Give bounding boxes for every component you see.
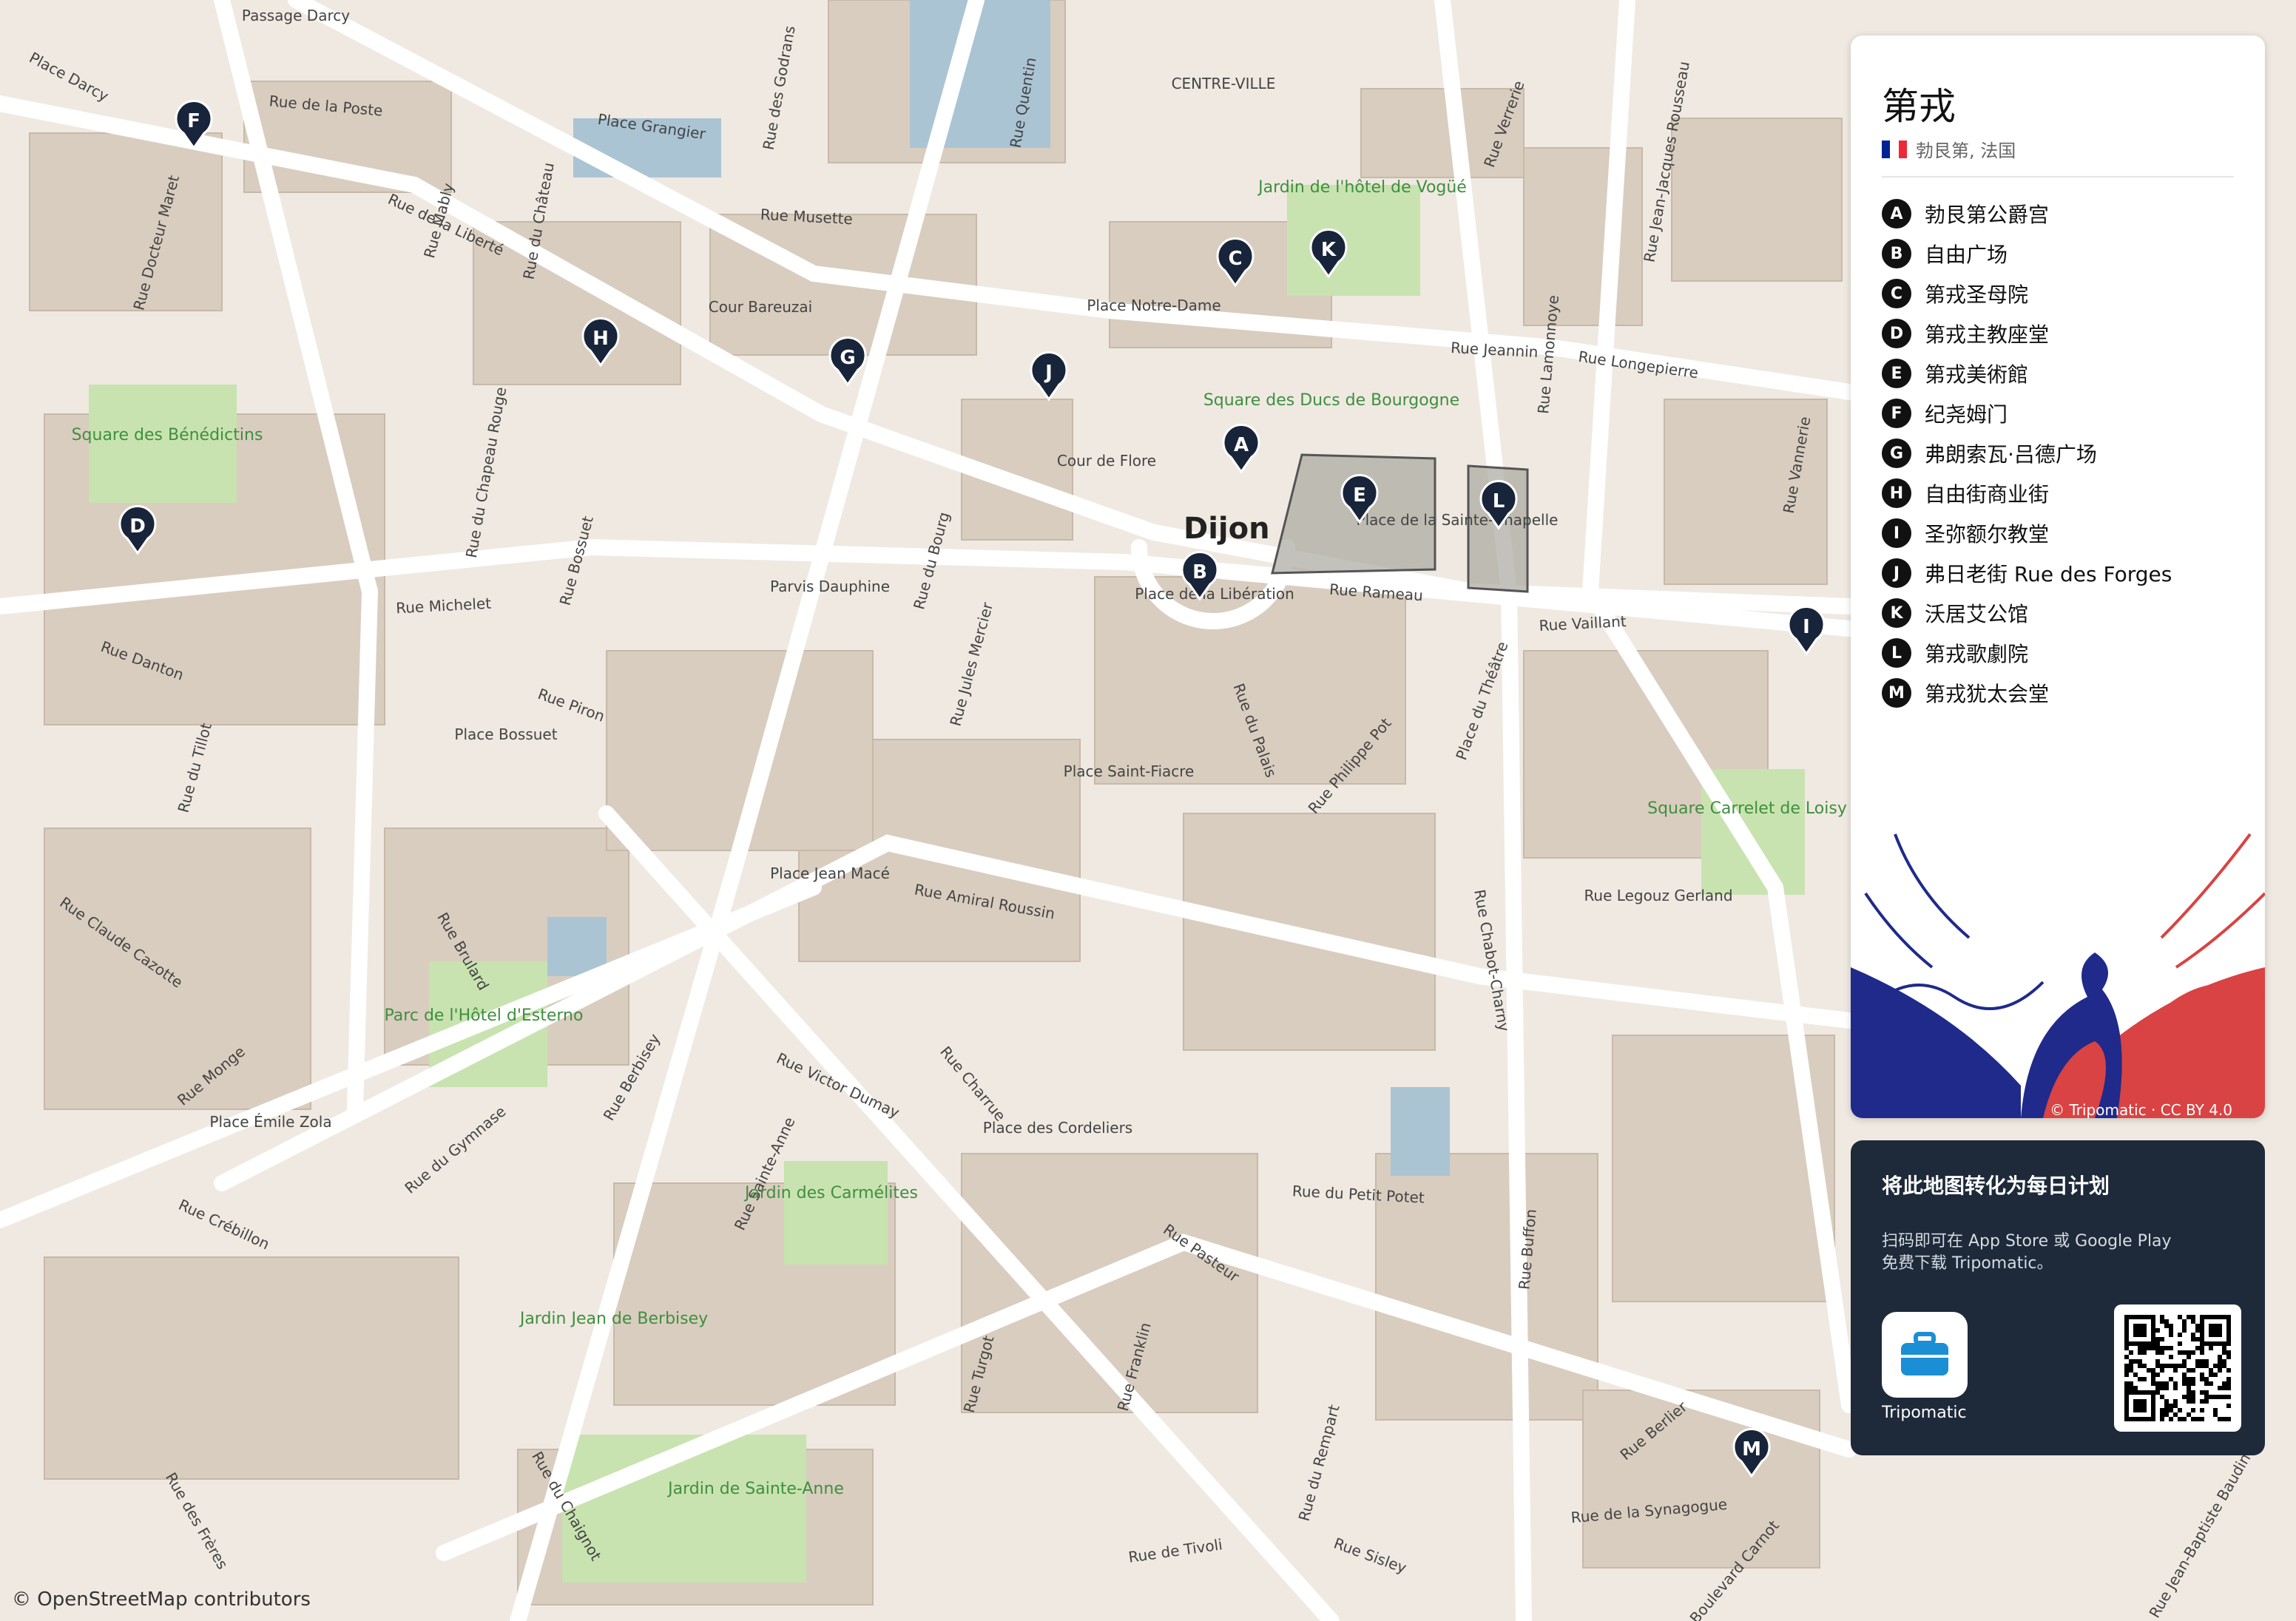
poi-list-item[interactable]: C 第戎圣母院 bbox=[1882, 274, 2172, 314]
pin-letter: I bbox=[1803, 616, 1810, 638]
poi-name: 第戎圣母院 bbox=[1925, 282, 2029, 307]
promo-title: 将此地图转化为每日计划 bbox=[1882, 1174, 2110, 1198]
poi-letter-badge: H bbox=[1882, 478, 1911, 508]
park-label: Jardin des Carmélites bbox=[743, 1184, 918, 1202]
qr-code[interactable] bbox=[2114, 1304, 2241, 1432]
park-label: Jardin de Sainte-Anne bbox=[666, 1480, 844, 1498]
pin-letter: D bbox=[129, 515, 146, 538]
street-label: Place Jean Macé bbox=[770, 864, 890, 882]
poi-list-item[interactable]: H 自由街商业街 bbox=[1882, 473, 2172, 513]
poi-letter-badge: E bbox=[1882, 359, 1911, 388]
pin-letter: J bbox=[1044, 362, 1053, 384]
poi-letter-badge: D bbox=[1882, 319, 1911, 348]
map-attribution[interactable]: © OpenStreetMap contributors bbox=[12, 1588, 311, 1611]
pin-letter: G bbox=[840, 347, 855, 369]
street-label: Place Bossuet bbox=[454, 725, 557, 743]
app-name-label: Tripomatic bbox=[1882, 1404, 1967, 1422]
pin-letter: E bbox=[1353, 484, 1366, 507]
poi-name: 自由街商业街 bbox=[1925, 482, 2050, 507]
poi-name: 第戎歌劇院 bbox=[1925, 642, 2029, 666]
panel-divider bbox=[1882, 176, 2234, 177]
poi-name: 勃艮第公爵宫 bbox=[1925, 203, 2050, 227]
street-label: Place de la Sainte-Chapelle bbox=[1357, 511, 1559, 529]
poi-list-item[interactable]: A 勃艮第公爵宫 bbox=[1882, 194, 2172, 234]
poi-name: 第戎犹太会堂 bbox=[1925, 682, 2050, 706]
park-label: Square des Bénédictins bbox=[72, 426, 263, 444]
france-flag-icon bbox=[1882, 140, 1907, 158]
pin-letter: A bbox=[1234, 434, 1249, 456]
poi-list-item[interactable]: L 第戎歌劇院 bbox=[1882, 633, 2172, 673]
poi-list-item[interactable]: D 第戎主教座堂 bbox=[1882, 314, 2172, 353]
poi-list: A 勃艮第公爵宫 B 自由广场 C 第戎圣母院 D 第戎主教座堂 E 第戎美術館 F 纪尧姆门 G 弗朗索… bbox=[1882, 194, 2172, 713]
poi-list-item[interactable]: M 第戎犹太会堂 bbox=[1882, 673, 2172, 713]
poi-list-item[interactable]: K 沃居艾公馆 bbox=[1882, 593, 2172, 633]
region-subtitle: 勃艮第, 法国 bbox=[1882, 136, 2016, 162]
poi-letter-badge: F bbox=[1882, 399, 1911, 428]
street-label: Parvis Dauphine bbox=[770, 578, 890, 595]
pin-letter: K bbox=[1321, 239, 1337, 261]
street-label: Place de la Libération bbox=[1135, 585, 1294, 603]
poi-name: 第戎美術館 bbox=[1925, 362, 2029, 387]
poi-name: 弗日老街 Rue des Forges bbox=[1925, 562, 2172, 586]
street-label: Cour de Flore bbox=[1057, 452, 1156, 470]
poi-letter-badge: M bbox=[1882, 678, 1911, 708]
poi-letter-badge: B bbox=[1882, 239, 1911, 268]
street-label: Place Notre-Dame bbox=[1087, 297, 1220, 314]
street-label: Place des Cordeliers bbox=[983, 1119, 1132, 1137]
park-label: Jardin de l'hôtel de Vogüé bbox=[1257, 178, 1467, 197]
promo-description: 扫码即可在 App Store 或 Google Play 免费下载 Tripo… bbox=[1882, 1232, 2172, 1273]
poi-name: 纪尧姆门 bbox=[1925, 402, 2008, 427]
rooster-artwork: © Tripomatic · CC BY 4.0 bbox=[1851, 833, 2265, 1118]
park-label: Jardin Jean de Berbisey bbox=[519, 1310, 708, 1328]
city-title: 第戎 bbox=[1882, 85, 1956, 128]
suitcase-icon bbox=[1901, 1332, 1948, 1375]
pin-letter: F bbox=[187, 110, 200, 132]
art-credit: © Tripomatic · CC BY 4.0 bbox=[2050, 1101, 2232, 1118]
poi-list-item[interactable]: J 弗日老街 Rue des Forges bbox=[1882, 553, 2172, 593]
app-promo-card: 将此地图转化为每日计划 扫码即可在 App Store 或 Google Pla… bbox=[1851, 1140, 2265, 1455]
park-label: Square des Ducs de Bourgogne bbox=[1203, 391, 1459, 410]
poi-letter-badge: C bbox=[1882, 279, 1911, 308]
street-label: Passage Darcy bbox=[242, 7, 350, 24]
pin-letter: H bbox=[592, 328, 609, 350]
legend-panel: 第戎 勃艮第, 法国 A 勃艮第公爵宫 B 自由广场 C 第戎圣母院 D 第戎主教座堂 E 第戎美… bbox=[1851, 35, 2265, 1118]
tripomatic-app-icon[interactable] bbox=[1882, 1312, 1968, 1398]
pin-letter: M bbox=[1742, 1438, 1761, 1461]
poi-letter-badge: L bbox=[1882, 638, 1911, 668]
poi-list-item[interactable]: E 第戎美術館 bbox=[1882, 353, 2172, 393]
poi-name: 第戎主教座堂 bbox=[1925, 322, 2050, 347]
poi-letter-badge: K bbox=[1882, 598, 1911, 628]
park-label: Parc de l'Hôtel d'Esterno bbox=[385, 1006, 584, 1025]
poi-letter-badge: A bbox=[1882, 199, 1911, 229]
pin-letter: B bbox=[1192, 561, 1207, 583]
pin-letter: L bbox=[1493, 490, 1505, 512]
pin-letter: C bbox=[1228, 248, 1242, 270]
poi-list-item[interactable]: I 圣弥额尔教堂 bbox=[1882, 513, 2172, 553]
poi-list-item[interactable]: B 自由广场 bbox=[1882, 234, 2172, 274]
poi-letter-badge: G bbox=[1882, 439, 1911, 468]
street-label: Place Émile Zola bbox=[209, 1113, 331, 1131]
street-label: Place Saint-Fiacre bbox=[1064, 762, 1195, 780]
poi-name: 圣弥额尔教堂 bbox=[1925, 522, 2050, 546]
poi-name: 弗朗索瓦·吕德广场 bbox=[1925, 442, 2097, 467]
street-label: Rue Legouz Gerland bbox=[1584, 887, 1732, 904]
poi-letter-badge: I bbox=[1882, 518, 1911, 548]
poi-letter-badge: J bbox=[1882, 558, 1911, 588]
poi-name: 沃居艾公馆 bbox=[1925, 602, 2029, 626]
city-label: Dijon bbox=[1184, 512, 1270, 546]
region-label: 勃艮第, 法国 bbox=[1916, 141, 2016, 161]
poi-list-item[interactable]: G 弗朗索瓦·吕德广场 bbox=[1882, 433, 2172, 473]
street-label: CENTRE-VILLE bbox=[1172, 75, 1276, 92]
poi-list-item[interactable]: F 纪尧姆门 bbox=[1882, 393, 2172, 433]
park-label: Square Carrelet de Loisy bbox=[1647, 799, 1847, 818]
street-label: Cour Bareuzai bbox=[709, 298, 813, 316]
poi-name: 自由广场 bbox=[1925, 243, 2008, 267]
